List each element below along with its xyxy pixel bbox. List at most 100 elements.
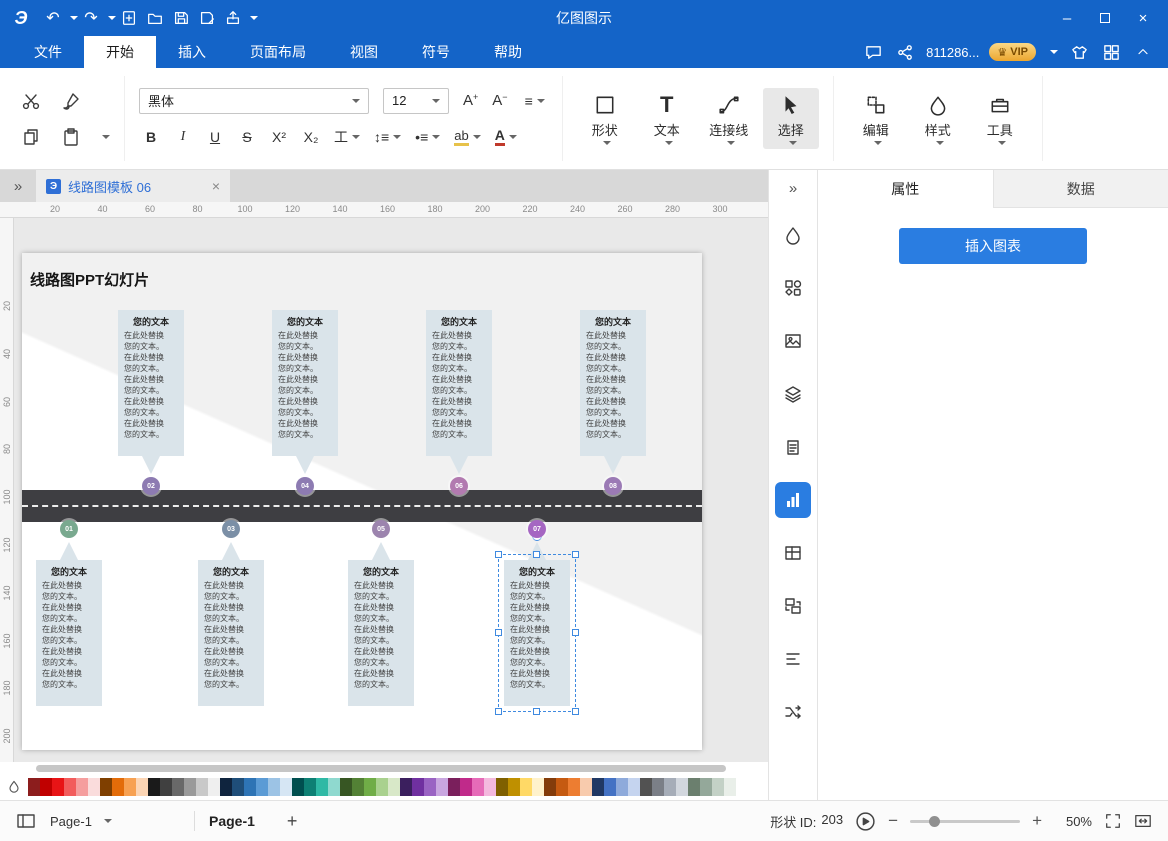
open-folder-button[interactable]: [142, 5, 168, 31]
expand-left-panel-button[interactable]: »: [0, 170, 36, 202]
text-orientation-button[interactable]: 工: [331, 124, 363, 150]
timeline-textbox-03[interactable]: 您的文本在此处替换 您的文本。 在此处替换 您的文本。 在此处替换 您的文本。 …: [198, 560, 264, 706]
account-id[interactable]: 811286...: [926, 45, 979, 60]
timeline-textbox-02[interactable]: 您的文本在此处替换 您的文本。 在此处替换 您的文本。 在此处替换 您的文本。 …: [118, 310, 184, 456]
edit-tool[interactable]: 编辑: [848, 88, 904, 149]
menu-item-开始[interactable]: 开始: [84, 36, 156, 68]
color-swatch[interactable]: [316, 778, 328, 796]
timeline-road[interactable]: [22, 490, 702, 522]
save-button[interactable]: [168, 5, 194, 31]
tab-properties[interactable]: 属性: [818, 170, 993, 208]
collapse-ribbon-icon[interactable]: [1132, 41, 1154, 63]
page-select[interactable]: Page-1: [50, 814, 180, 829]
selection-handle-n[interactable]: [533, 551, 540, 558]
color-swatch[interactable]: [544, 778, 556, 796]
timeline-marker-05[interactable]: 05: [372, 520, 390, 538]
line-spacing-button[interactable]: ↕≡: [371, 124, 404, 150]
selection-handle-nw[interactable]: [495, 551, 502, 558]
color-swatch[interactable]: [52, 778, 64, 796]
table-icon[interactable]: [775, 535, 811, 571]
color-swatch[interactable]: [460, 778, 472, 796]
color-swatch[interactable]: [304, 778, 316, 796]
page[interactable]: 线路图PPT幻灯片 02您的文本在此处替换 您的文本。 在此处替换 您的文本。 …: [22, 253, 702, 750]
color-swatch[interactable]: [208, 778, 220, 796]
redo-button[interactable]: ↷: [78, 5, 104, 31]
color-swatch[interactable]: [172, 778, 184, 796]
menu-item-页面布局[interactable]: 页面布局: [228, 36, 328, 68]
highlight-button[interactable]: ab: [451, 124, 483, 150]
color-swatch[interactable]: [472, 778, 484, 796]
underline-button[interactable]: U: [203, 124, 227, 150]
color-swatch[interactable]: [520, 778, 532, 796]
connector-routing-icon[interactable]: [775, 694, 811, 730]
collapse-panel-button[interactable]: »: [789, 176, 797, 200]
color-swatch[interactable]: [484, 778, 496, 796]
color-swatch[interactable]: [424, 778, 436, 796]
color-swatch[interactable]: [628, 778, 640, 796]
selection-handle-w[interactable]: [495, 629, 502, 636]
timeline-marker-08[interactable]: 08: [604, 477, 622, 495]
color-swatch[interactable]: [592, 778, 604, 796]
color-swatch[interactable]: [448, 778, 460, 796]
save-as-button[interactable]: [194, 5, 220, 31]
timeline-textbox-05[interactable]: 您的文本在此处替换 您的文本。 在此处替换 您的文本。 在此处替换 您的文本。 …: [348, 560, 414, 706]
fill-style-icon[interactable]: [775, 217, 811, 253]
timeline-marker-01[interactable]: 01: [60, 520, 78, 538]
format-painter-button[interactable]: [58, 88, 84, 114]
timeline-marker-02[interactable]: 02: [142, 477, 160, 495]
horizontal-scrollbar[interactable]: [0, 762, 768, 774]
apps-grid-icon[interactable]: [1100, 41, 1122, 63]
cut-button[interactable]: [18, 88, 44, 114]
strikethrough-button[interactable]: S: [235, 124, 259, 150]
close-button[interactable]: ×: [1126, 4, 1160, 32]
menu-item-插入[interactable]: 插入: [156, 36, 228, 68]
color-swatch[interactable]: [280, 778, 292, 796]
color-swatch[interactable]: [676, 778, 688, 796]
color-swatch[interactable]: [28, 778, 40, 796]
color-swatch[interactable]: [532, 778, 544, 796]
italic-button[interactable]: I: [171, 124, 195, 150]
color-swatch[interactable]: [124, 778, 136, 796]
menu-item-视图[interactable]: 视图: [328, 36, 400, 68]
align-button[interactable]: ≡: [522, 88, 548, 114]
vip-badge[interactable]: ♛ VIP: [989, 43, 1036, 61]
image-icon[interactable]: [775, 323, 811, 359]
color-swatch[interactable]: [364, 778, 376, 796]
bullet-list-button[interactable]: •≡: [412, 124, 443, 150]
increase-font-button[interactable]: A+: [463, 92, 478, 109]
layers-icon[interactable]: [775, 376, 811, 412]
selection-handle-sw[interactable]: [495, 708, 502, 715]
color-swatch[interactable]: [244, 778, 256, 796]
color-swatch[interactable]: [100, 778, 112, 796]
align-icon[interactable]: [775, 641, 811, 677]
color-swatch[interactable]: [112, 778, 124, 796]
font-color-button[interactable]: A: [492, 124, 520, 150]
page-tab[interactable]: Page-1: [209, 813, 255, 829]
presentation-view-icon[interactable]: [16, 811, 36, 831]
scrollbar-thumb[interactable]: [36, 765, 726, 772]
color-swatch[interactable]: [664, 778, 676, 796]
selection-handle-s[interactable]: [533, 708, 540, 715]
decrease-font-button[interactable]: A−: [492, 92, 507, 109]
superscript-button[interactable]: X²: [267, 124, 291, 150]
bold-button[interactable]: B: [139, 124, 163, 150]
color-swatch[interactable]: [292, 778, 304, 796]
color-swatch[interactable]: [568, 778, 580, 796]
color-swatch[interactable]: [268, 778, 280, 796]
color-swatch[interactable]: [412, 778, 424, 796]
text-tool[interactable]: T 文本: [639, 88, 695, 149]
color-swatch[interactable]: [196, 778, 208, 796]
theme-skin-icon[interactable]: [1068, 41, 1090, 63]
menu-item-符号[interactable]: 符号: [400, 36, 472, 68]
play-presentation-icon[interactable]: [855, 811, 876, 832]
undo-dropdown-icon[interactable]: [70, 16, 78, 20]
color-swatch[interactable]: [736, 778, 748, 796]
color-swatch[interactable]: [232, 778, 244, 796]
color-swatch[interactable]: [688, 778, 700, 796]
fill-color-icon[interactable]: [6, 779, 22, 795]
chart-icon[interactable]: [775, 482, 811, 518]
timeline-textbox-07[interactable]: 您的文本在此处替换 您的文本。 在此处替换 您的文本。 在此处替换 您的文本。 …: [504, 560, 570, 706]
zoom-level[interactable]: 50%: [1054, 814, 1092, 829]
color-swatch[interactable]: [256, 778, 268, 796]
utility-tool[interactable]: 工具: [972, 88, 1028, 149]
